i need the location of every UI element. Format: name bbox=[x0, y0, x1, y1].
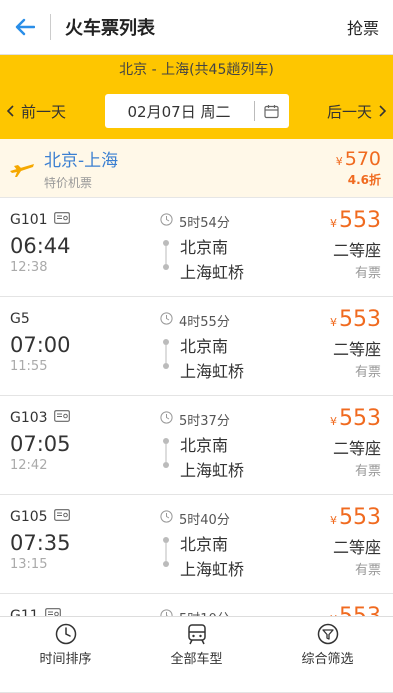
flight-subtitle: 特价机票 bbox=[44, 175, 93, 190]
prev-day-button[interactable]: 前一天 bbox=[0, 101, 73, 122]
id-card-icon bbox=[53, 509, 70, 525]
back-arrow-icon bbox=[15, 18, 35, 36]
currency-symbol: ¥ bbox=[330, 316, 337, 329]
selected-date: 02月07日 周二 bbox=[127, 102, 231, 121]
train-code: G101 bbox=[10, 212, 70, 228]
train-code: G103 bbox=[10, 410, 70, 426]
header-divider bbox=[50, 14, 51, 40]
cheap-flight-banner[interactable]: 北京-上海 特价机票 ¥570 4.6折 bbox=[0, 139, 393, 198]
seat-class: 二等座 bbox=[332, 241, 381, 260]
ticket-price: ¥553 bbox=[330, 505, 381, 530]
date-navigation: 前一天 02月07日 周二 后一天 bbox=[0, 83, 393, 139]
tab-label: 综合筛选 bbox=[301, 651, 354, 667]
id-card-icon bbox=[53, 410, 70, 426]
clock-icon bbox=[160, 213, 173, 230]
tab-sort-time[interactable]: 时间排序 bbox=[0, 617, 131, 672]
depart-time: 07:00 bbox=[10, 333, 71, 357]
duration: 4时55分 bbox=[160, 311, 230, 330]
clock-icon bbox=[160, 510, 173, 527]
duration: 5时54分 bbox=[160, 212, 230, 231]
seat-class: 二等座 bbox=[332, 340, 381, 359]
train-row[interactable]: G105 07:35 13:15 5时40分北京南上海虹桥 ¥553 二等座有票 bbox=[0, 495, 393, 594]
chevron-left-icon bbox=[7, 105, 14, 117]
clock-icon bbox=[160, 411, 173, 428]
arrive-time: 12:38 bbox=[10, 260, 48, 275]
currency-symbol: ¥ bbox=[330, 514, 337, 527]
grab-ticket-button[interactable]: 抢票 bbox=[347, 15, 379, 39]
seat-class: 二等座 bbox=[332, 538, 381, 557]
from-station: 北京南 bbox=[180, 238, 229, 257]
train-code: G105 bbox=[10, 509, 70, 525]
train-row[interactable]: G103 07:05 12:42 5时37分北京南上海虹桥 ¥553 二等座有票 bbox=[0, 396, 393, 495]
id-card-icon bbox=[53, 212, 70, 228]
train-row[interactable]: G5 07:00 11:55 4时55分北京南上海虹桥 ¥553 二等座有票 bbox=[0, 297, 393, 396]
depart-time: 07:05 bbox=[10, 432, 71, 456]
train-code: G5 bbox=[10, 311, 30, 327]
availability: 有票 bbox=[354, 365, 381, 380]
tab-filter[interactable]: 综合筛选 bbox=[262, 617, 393, 672]
train-row[interactable]: G101 06:44 12:38 5时54分北京南上海虹桥 ¥553 二等座有票 bbox=[0, 198, 393, 297]
flight-price-block: ¥570 4.6折 bbox=[336, 148, 381, 188]
duration: 5时37分 bbox=[160, 410, 230, 429]
arrive-time: 13:15 bbox=[10, 557, 48, 572]
flight-route: 北京-上海 bbox=[44, 150, 119, 171]
flight-discount: 4.6折 bbox=[347, 173, 381, 187]
date-picker[interactable]: 02月07日 周二 bbox=[104, 94, 289, 128]
currency-symbol: ¥ bbox=[330, 217, 337, 230]
tab-label: 时间排序 bbox=[39, 651, 92, 667]
chevron-right-icon bbox=[379, 105, 386, 117]
availability: 有票 bbox=[354, 563, 381, 578]
prev-day-label: 前一天 bbox=[21, 102, 67, 121]
currency-symbol: ¥ bbox=[335, 155, 343, 168]
clock-icon bbox=[55, 623, 76, 644]
route-track bbox=[163, 339, 169, 369]
filter-icon bbox=[317, 623, 338, 644]
to-station: 上海虹桥 bbox=[180, 263, 245, 282]
ticket-price: ¥553 bbox=[330, 406, 381, 431]
calendar-icon bbox=[255, 104, 289, 119]
route-track bbox=[163, 240, 169, 270]
availability: 有票 bbox=[354, 266, 381, 281]
top-bar: 火车票列表 抢票 bbox=[0, 0, 393, 55]
arrive-time: 12:42 bbox=[10, 458, 48, 473]
duration: 5时40分 bbox=[160, 509, 230, 528]
seat-class: 二等座 bbox=[332, 439, 381, 458]
route-date-panel: 北京 - 上海(共45趟列车) 前一天 02月07日 周二 后一天 bbox=[0, 55, 393, 139]
route-track bbox=[163, 537, 169, 567]
back-button[interactable] bbox=[0, 0, 50, 54]
depart-time: 07:35 bbox=[10, 531, 71, 555]
next-day-button[interactable]: 后一天 bbox=[320, 101, 393, 122]
ticket-price: ¥553 bbox=[330, 307, 381, 332]
train-icon bbox=[187, 623, 206, 644]
route-track bbox=[163, 438, 169, 468]
depart-time: 06:44 bbox=[10, 234, 71, 258]
tab-label: 全部车型 bbox=[170, 651, 223, 667]
tab-train-type[interactable]: 全部车型 bbox=[131, 617, 262, 672]
flight-price: ¥570 bbox=[335, 148, 381, 170]
availability: 有票 bbox=[354, 464, 381, 479]
from-station: 北京南 bbox=[180, 535, 229, 554]
currency-symbol: ¥ bbox=[330, 415, 337, 428]
next-day-label: 后一天 bbox=[326, 102, 372, 121]
from-station: 北京南 bbox=[180, 337, 229, 356]
ticket-price: ¥553 bbox=[330, 208, 381, 233]
flight-info: 北京-上海 特价机票 bbox=[44, 146, 336, 191]
clock-icon bbox=[160, 312, 173, 329]
route-summary: 北京 - 上海(共45趟列车) bbox=[119, 62, 274, 78]
to-station: 上海虹桥 bbox=[180, 461, 245, 480]
bottom-tab-bar: 时间排序 全部车型 综合筛选 bbox=[0, 616, 393, 672]
page-title: 火车票列表 bbox=[65, 18, 155, 39]
to-station: 上海虹桥 bbox=[180, 362, 245, 381]
airplane-icon bbox=[0, 158, 44, 178]
arrive-time: 11:55 bbox=[10, 359, 48, 374]
from-station: 北京南 bbox=[180, 436, 229, 455]
to-station: 上海虹桥 bbox=[180, 560, 245, 579]
